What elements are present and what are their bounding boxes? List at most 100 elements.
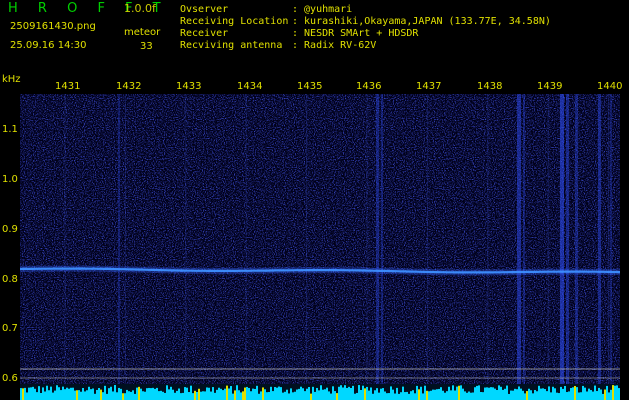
level-bar [460, 385, 462, 400]
level-bar [462, 388, 464, 400]
level-bar [162, 391, 164, 400]
level-bar [88, 386, 90, 400]
level-bar [368, 390, 370, 400]
level-bar [452, 385, 454, 400]
level-bar [420, 386, 422, 400]
level-bar [264, 389, 266, 400]
level-bar [594, 385, 596, 400]
level-bar [312, 386, 314, 400]
level-bar [316, 387, 318, 400]
level-bar [582, 385, 584, 400]
level-bar [580, 392, 582, 400]
level-bar [476, 385, 478, 400]
level-bar [104, 385, 106, 400]
level-bar [66, 387, 68, 400]
level-bar [322, 389, 324, 400]
level-bar [108, 388, 110, 400]
level-bar [578, 392, 580, 400]
time-tick: 1432 [116, 81, 142, 92]
level-bar [398, 393, 400, 400]
level-bar [564, 385, 566, 400]
level-bar [206, 387, 208, 400]
level-bar [314, 391, 316, 400]
level-bar [588, 388, 590, 400]
level-bar [318, 390, 320, 400]
level-bar [204, 391, 206, 400]
freq-tick: 0.6 [2, 373, 18, 384]
level-bar [408, 393, 410, 400]
level-bar [46, 385, 48, 400]
level-bar [142, 391, 144, 400]
level-bar [466, 392, 468, 400]
level-bar [508, 393, 510, 400]
level-bar [486, 387, 488, 400]
level-bar [566, 392, 568, 400]
freq-tick: 0.7 [2, 323, 18, 334]
level-bar [440, 387, 442, 400]
level-bar [252, 388, 254, 400]
level-bar [202, 391, 204, 400]
level-bar [414, 393, 416, 400]
level-bar [602, 393, 604, 400]
level-bar [74, 390, 76, 400]
level-bar [562, 388, 564, 400]
interference-band [517, 94, 521, 384]
level-bar [258, 393, 260, 400]
level-bar [480, 391, 482, 400]
level-bar [468, 391, 470, 400]
level-bar [178, 388, 180, 400]
level-bar [436, 389, 438, 400]
level-bar [404, 392, 406, 400]
level-bar [502, 389, 504, 400]
level-bar [38, 386, 40, 400]
level-bar [226, 385, 228, 400]
level-bar [438, 388, 440, 400]
level-bar [536, 391, 538, 400]
level-bar [616, 385, 618, 400]
level-bar [134, 393, 136, 400]
level-bar [576, 387, 578, 400]
level-bar [116, 392, 118, 400]
level-bar [494, 388, 496, 400]
info-value: : NESDR SMArt + HDSDR [292, 28, 419, 39]
interference-band [560, 94, 564, 384]
level-bar [34, 388, 36, 400]
level-bar [592, 391, 594, 400]
level-bar [234, 390, 236, 400]
time-tick: 1433 [176, 81, 202, 92]
level-bar [382, 388, 384, 400]
level-bar [434, 389, 436, 400]
time-tick: 1434 [237, 81, 263, 92]
level-bar [540, 388, 542, 400]
level-bar [552, 386, 554, 400]
level-bar [504, 388, 506, 400]
level-bar [106, 393, 108, 400]
level-bar [286, 389, 288, 400]
level-bar [218, 387, 220, 400]
level-bar [148, 387, 150, 400]
level-bar [528, 388, 530, 400]
info-row-receiver: Receiver: NESDR SMArt + HDSDR [180, 28, 418, 39]
level-bar [136, 387, 138, 400]
level-bar [560, 386, 562, 400]
level-bar [374, 390, 376, 400]
level-bar [36, 392, 38, 400]
level-bar [130, 391, 132, 400]
level-bar [370, 387, 372, 400]
level-bar [512, 390, 514, 400]
level-bar [118, 387, 120, 400]
level-bar [430, 390, 432, 400]
level-bar [534, 389, 536, 400]
level-bar [548, 386, 550, 400]
level-bar [352, 385, 354, 400]
level-bar [604, 389, 606, 400]
level-bar [448, 386, 450, 400]
level-bar [232, 393, 234, 400]
spectrogram [20, 94, 620, 384]
time-tick: 1431 [55, 81, 81, 92]
level-bar [256, 385, 258, 400]
level-bar [100, 389, 102, 400]
level-bar [358, 385, 360, 400]
level-bar [44, 391, 46, 400]
level-bar [542, 388, 544, 400]
